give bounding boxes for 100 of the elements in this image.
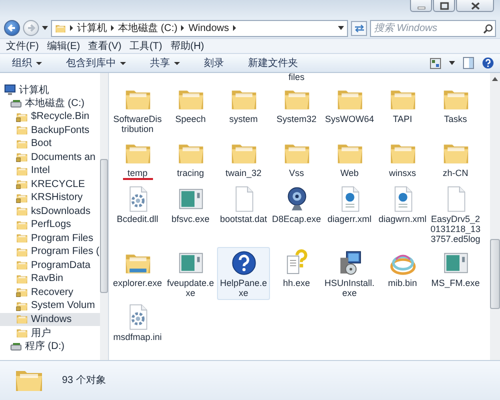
toolbar-button[interactable]: 共享	[150, 56, 190, 70]
tree-item[interactable]: ProgramData	[0, 258, 100, 272]
tree-item[interactable]: PerfLogs	[0, 218, 100, 232]
breadcrumb[interactable]: 本地磁盘 (C:)	[118, 21, 178, 35]
menu-item[interactable]: 工具(T)	[129, 39, 162, 53]
file-item[interactable]: bootstat.dat	[217, 183, 270, 226]
file-name: Speech	[174, 114, 207, 124]
file-item[interactable]: fveupdate.exe	[164, 247, 217, 300]
breadcrumb-arrow-icon[interactable]	[181, 25, 184, 31]
tree-item[interactable]: Documents an	[0, 150, 100, 164]
file-item[interactable]: SysWOW64	[323, 83, 376, 126]
tree-item[interactable]: Windows	[0, 312, 100, 326]
maximize-button[interactable]	[433, 0, 455, 12]
menu-item[interactable]: 编辑(E)	[46, 39, 80, 53]
locked-folder-icon	[16, 110, 28, 123]
tree-item[interactable]: ksDownloads	[0, 204, 100, 218]
breadcrumb-arrow-icon[interactable]	[70, 25, 73, 31]
tree-item[interactable]: RavBin	[0, 272, 100, 286]
help-button[interactable]	[482, 57, 494, 69]
search-field[interactable]: 搜索 Windows	[370, 20, 496, 36]
scrollbar-thumb[interactable]	[490, 239, 500, 309]
breadcrumb-arrow-icon[interactable]	[233, 25, 236, 31]
file-item[interactable]: Web	[323, 137, 376, 180]
breadcrumb[interactable]: 计算机	[77, 21, 107, 35]
scrollbar[interactable]	[490, 73, 500, 360]
toolbar-button[interactable]: 新建文件夹	[248, 56, 308, 70]
file-item[interactable]: Vss	[270, 137, 323, 180]
file-item[interactable]: bfsvc.exe	[164, 183, 217, 226]
file-name: diagwrn.xml	[377, 214, 428, 224]
back-button[interactable]	[4, 20, 20, 36]
tree-item-label: Boot	[31, 138, 52, 150]
file-item[interactable]: explorer.exe	[111, 247, 164, 290]
toolbar-button[interactable]: 包含到库中	[66, 56, 136, 70]
file-item[interactable]: mib.bin	[376, 247, 429, 290]
tree-item[interactable]: 本地磁盘 (C:)	[0, 96, 100, 110]
close-button[interactable]	[456, 0, 494, 12]
tree-item[interactable]: Recovery	[0, 286, 100, 299]
folder-icon	[16, 218, 28, 231]
breadcrumb-arrow-icon[interactable]	[111, 25, 114, 31]
file-name: SysWOW64	[324, 114, 375, 124]
menu-item[interactable]: 文件(F)	[6, 39, 39, 53]
tree-item[interactable]: $Recycle.Bin	[0, 110, 100, 124]
file-item[interactable]: HSUnInstall.exe	[323, 247, 376, 300]
tree-item[interactable]: 用户	[0, 326, 100, 340]
file-item[interactable]: System32	[270, 83, 323, 126]
file-item[interactable]: winsxs	[376, 137, 429, 180]
file-item[interactable]: zh-CN	[429, 137, 482, 180]
file-item[interactable]: SoftwareDistribution	[111, 83, 164, 136]
tree-item[interactable]: System Volum	[0, 299, 100, 312]
tree-item[interactable]: 程序 (D:)	[0, 340, 100, 353]
history-dropdown-button[interactable]	[42, 26, 48, 30]
menu-item[interactable]: 帮助(H)	[170, 39, 204, 53]
file-item[interactable]: D8Ecap.exe	[270, 183, 323, 226]
file-item[interactable]: Speech	[164, 83, 217, 126]
file-name: hh.exe	[282, 278, 312, 288]
file-item[interactable]: twain_32	[217, 137, 270, 180]
file-item[interactable]: msdfmap.ini	[111, 301, 164, 344]
scrollbar-thumb[interactable]	[100, 159, 108, 293]
file-item[interactable]: TAPI	[376, 83, 429, 126]
tree-item[interactable]: 计算机	[0, 83, 100, 96]
change-view-button[interactable]	[430, 58, 441, 68]
preview-pane-button[interactable]	[463, 57, 474, 69]
file-name: zh-CN	[442, 168, 470, 178]
refresh-icon	[354, 24, 364, 32]
breadcrumb[interactable]: Windows	[188, 22, 230, 34]
file-name: fveupdate.exe	[166, 278, 216, 298]
tree-item[interactable]: KRSHistory	[0, 191, 100, 204]
file-item[interactable]: EasyDrv5_20131218_133757.ed5log	[429, 183, 482, 246]
file-item[interactable]: tracing	[164, 137, 217, 180]
file-name: msdfmap.ini	[112, 332, 163, 342]
view-dropdown-button[interactable]	[449, 61, 455, 65]
tree-item[interactable]: Program Files	[0, 232, 100, 245]
file-item[interactable]: Bcdedit.dll	[111, 183, 164, 226]
refresh-button[interactable]	[351, 20, 367, 36]
tree-item[interactable]: Boot	[0, 137, 100, 150]
file-item[interactable]: HelpPane.exe	[217, 247, 270, 300]
file-item[interactable]: hh.exe	[270, 247, 323, 290]
tree-item-label: RavBin	[31, 273, 64, 284]
tree-item-label: Program Files (	[31, 246, 100, 258]
tree-item[interactable]: BackupFonts	[0, 124, 100, 137]
address-bar[interactable]: 计算机 本地磁盘 (C:) Windows	[51, 20, 348, 36]
scrollbar[interactable]	[100, 73, 108, 360]
tree-item-label: Windows	[31, 314, 72, 325]
tree-item-label: Recovery	[31, 286, 74, 298]
file-item[interactable]: Tasks	[429, 83, 482, 126]
tree-item[interactable]: Intel	[0, 164, 100, 178]
tree-item[interactable]: KRECYCLE	[0, 178, 100, 191]
tree-item-label: ProgramData	[31, 260, 90, 271]
file-item[interactable]: temp	[111, 137, 164, 182]
toolbar-button[interactable]: 组织	[12, 56, 52, 70]
folder-icon	[16, 326, 28, 339]
folder-icon	[16, 164, 28, 177]
scroll-up-arrow-icon[interactable]	[492, 77, 498, 81]
file-item[interactable]: MS_FM.exe	[429, 247, 482, 290]
file-item[interactable]: diagwrn.xml	[376, 183, 429, 226]
tree-item[interactable]: Program Files (	[0, 245, 100, 258]
file-item[interactable]: system	[217, 83, 270, 126]
menu-item[interactable]: 查看(V)	[88, 39, 122, 53]
toolbar-button[interactable]: 刻录	[204, 56, 234, 70]
file-item[interactable]: diagerr.xml	[323, 183, 376, 226]
